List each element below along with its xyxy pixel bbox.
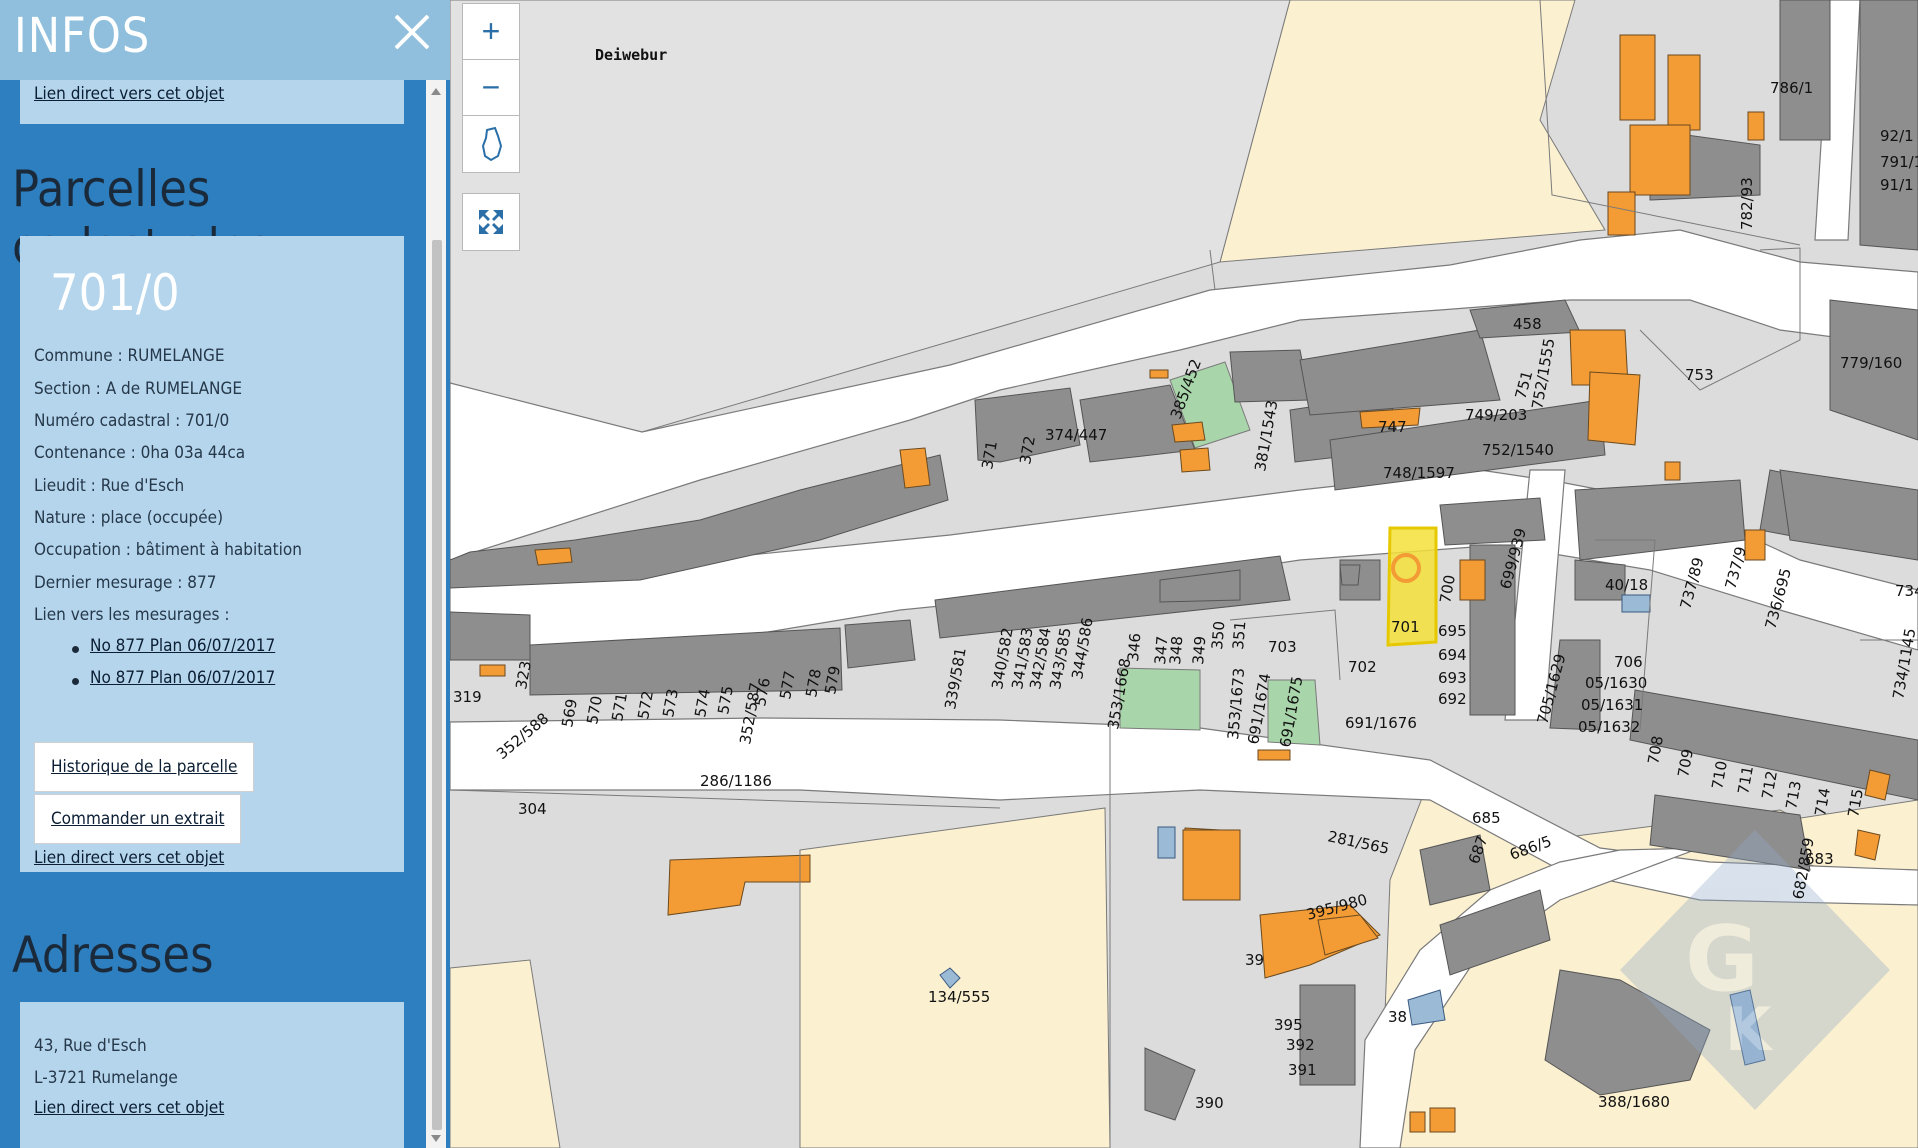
parcel-label: 753 bbox=[1685, 366, 1714, 384]
zoom-in-button[interactable]: + bbox=[462, 3, 520, 61]
parcel-label: 392 bbox=[1286, 1036, 1315, 1054]
info-last-measurement: Dernier mesurage : 877 bbox=[34, 573, 217, 593]
parcel-label: 346 bbox=[1124, 632, 1144, 662]
parcel-number: 701/0 bbox=[50, 264, 180, 322]
parcel-label: 390 bbox=[1195, 1094, 1224, 1112]
address-city: L-3721 Rumelange bbox=[34, 1068, 178, 1088]
scroll-thumb[interactable] bbox=[432, 240, 442, 1130]
parcel-label: 701 bbox=[1391, 618, 1420, 636]
parcel-label: 91/1 bbox=[1880, 176, 1914, 194]
parcel-label: 692 bbox=[1438, 690, 1467, 708]
parcel-label: 38 bbox=[1388, 1008, 1407, 1026]
info-section: Section : A de RUMELANGE bbox=[34, 379, 242, 399]
parcel-label: 374/447 bbox=[1045, 426, 1107, 444]
fullscreen-icon bbox=[479, 210, 503, 234]
parcel-label: 702 bbox=[1348, 658, 1377, 676]
parcel-label: 747 bbox=[1378, 418, 1407, 436]
svg-text:K: K bbox=[1725, 995, 1774, 1065]
parcel-label: 92/1 bbox=[1880, 127, 1914, 145]
previous-info-card: Lien direct vers cet objet bbox=[20, 80, 404, 124]
info-commune: Commune : RUMELANGE bbox=[34, 346, 225, 366]
parcel-label: 782/93 bbox=[1738, 177, 1756, 230]
parcel-label: 39 bbox=[1245, 951, 1264, 969]
cadastral-map[interactable]: G K Deiwebur 786/1 782/93 753 779/160 92… bbox=[450, 0, 1918, 1148]
parcel-label: 304 bbox=[518, 800, 547, 818]
parcel-label: 40/18 bbox=[1605, 576, 1648, 594]
parcel-label: 695 bbox=[1438, 622, 1467, 640]
measurement-link-1[interactable]: No 877 Plan 06/07/2017 bbox=[90, 636, 275, 656]
bullet bbox=[72, 678, 79, 685]
addresses-section-title: Adresses bbox=[12, 926, 214, 984]
parcel-label: 748/1597 bbox=[1383, 464, 1455, 482]
parcel-label: 347 bbox=[1151, 635, 1171, 665]
parcel-label: 791/1 bbox=[1880, 153, 1918, 171]
parcel-label: 685 bbox=[1472, 809, 1501, 827]
info-measurement-links-label: Lien vers les mesurages : bbox=[34, 605, 230, 625]
parcel-label: 05/1632 bbox=[1578, 718, 1640, 736]
sidebar-content: Lien direct vers cet objet Parcelles cad… bbox=[0, 80, 426, 1148]
info-cadastral-number: Numéro cadastral : 701/0 bbox=[34, 411, 230, 431]
scroll-down-arrow-icon[interactable] bbox=[431, 1135, 441, 1142]
parcel-direct-link[interactable]: Lien direct vers cet objet bbox=[34, 848, 224, 868]
parcel-label: 349 bbox=[1189, 635, 1209, 665]
address-card: 43, Rue d'Esch L-3721 Rumelange Lien dir… bbox=[20, 1002, 404, 1148]
parcel-label: 703 bbox=[1268, 638, 1297, 656]
parcel-label: 350 bbox=[1208, 620, 1228, 650]
parcel-label: 286/1186 bbox=[700, 772, 772, 790]
parcel-label: 779/160 bbox=[1840, 354, 1902, 372]
parcel-label: 691/1676 bbox=[1345, 714, 1417, 732]
parcel-label: 693 bbox=[1438, 669, 1467, 687]
parcel-history-button[interactable]: Historique de la parcelle bbox=[34, 742, 255, 792]
parcel-label: 388/1680 bbox=[1598, 1093, 1670, 1111]
parcel-label: 351 bbox=[1229, 620, 1249, 650]
order-extract-button[interactable]: Commander un extrait bbox=[34, 794, 242, 844]
parcel-label: 694 bbox=[1438, 646, 1467, 664]
parcel-card: 701/0 Commune : RUMELANGE Section : A de… bbox=[20, 236, 404, 872]
address-direct-link[interactable]: Lien direct vers cet objet bbox=[34, 1098, 224, 1118]
parcel-label: 734 bbox=[1895, 582, 1918, 600]
country-extent-button[interactable] bbox=[462, 115, 520, 173]
parcel-label: 749/203 bbox=[1465, 406, 1527, 424]
sidebar-scrollbar[interactable] bbox=[426, 80, 446, 1148]
top-direct-link[interactable]: Lien direct vers cet objet bbox=[34, 84, 224, 104]
sidebar-title: INFOS bbox=[14, 8, 151, 64]
map-canvas[interactable]: G K Deiwebur 786/1 782/93 753 779/160 92… bbox=[450, 0, 1918, 1148]
parcel-label: 05/1630 bbox=[1585, 674, 1647, 692]
parcel-label: 786/1 bbox=[1770, 79, 1813, 97]
parcel-label: 458 bbox=[1513, 315, 1542, 333]
luxembourg-map-icon bbox=[481, 126, 503, 162]
info-locality: Lieudit : Rue d'Esch bbox=[34, 476, 185, 496]
zoom-out-button[interactable]: − bbox=[462, 59, 520, 117]
parcel-label: 319 bbox=[453, 688, 482, 706]
bullet bbox=[72, 646, 79, 653]
parcel-label: 706 bbox=[1614, 653, 1643, 671]
parcel-label: 134/555 bbox=[928, 988, 990, 1006]
info-nature: Nature : place (occupée) bbox=[34, 508, 224, 528]
fullscreen-button[interactable] bbox=[462, 193, 520, 251]
info-area: Contenance : 0ha 03a 44ca bbox=[34, 443, 246, 463]
sidebar-header: INFOS bbox=[0, 0, 450, 80]
parcel-label: 752/1540 bbox=[1482, 441, 1554, 459]
address-street: 43, Rue d'Esch bbox=[34, 1036, 147, 1056]
info-sidebar: INFOS Lien direct vers cet objet Parcell… bbox=[0, 0, 450, 1148]
parcel-label: 05/1631 bbox=[1581, 696, 1643, 714]
close-icon[interactable] bbox=[392, 12, 432, 52]
place-name: Deiwebur bbox=[595, 46, 667, 64]
info-occupation: Occupation : bâtiment à habitation bbox=[34, 540, 302, 560]
parcel-label: 391 bbox=[1288, 1061, 1317, 1079]
measurement-link-2[interactable]: No 877 Plan 06/07/2017 bbox=[90, 668, 275, 688]
scroll-up-arrow-icon[interactable] bbox=[431, 88, 441, 95]
parcel-label: 395 bbox=[1274, 1016, 1303, 1034]
